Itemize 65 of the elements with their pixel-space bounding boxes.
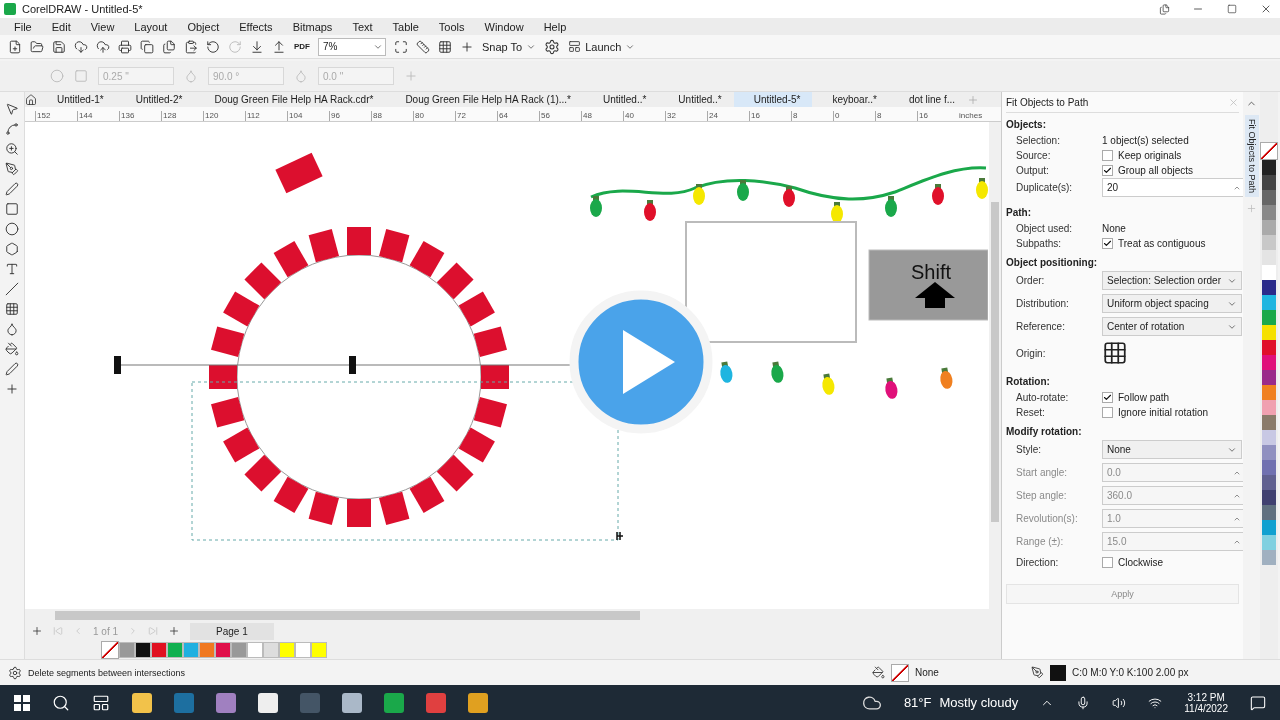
fill-value: None	[915, 667, 940, 678]
field-label: Distribution:	[1016, 298, 1070, 309]
ruler-label: 32	[665, 111, 707, 121]
field-label: Reference:	[1016, 321, 1066, 332]
field-value: 1 object(s) selected	[1102, 135, 1190, 146]
temperature: 81°F	[903, 695, 932, 710]
checkbox-label: Keep originals	[1118, 150, 1182, 161]
ruler-label: 56	[539, 111, 581, 121]
outline-value: C:0 M:0 Y:0 K:100 2.00 px	[1072, 667, 1190, 678]
field-label: Subpaths:	[1016, 238, 1063, 249]
ruler-label: 128	[161, 111, 203, 121]
ruler-label: 16	[917, 111, 959, 121]
field-label: Duplicate(s):	[1016, 182, 1074, 193]
ruler-label: 16	[749, 111, 791, 121]
key-label: Shift	[911, 261, 951, 283]
ruler-label: 96	[329, 111, 371, 121]
field-label: Step angle:	[1016, 490, 1068, 501]
window-title: CorelDRAW - Untitled-5*	[22, 3, 144, 15]
ruler-label: 72	[455, 111, 497, 121]
ruler-label: 88	[371, 111, 413, 121]
ruler-label: 112	[245, 111, 287, 121]
field-label: Revolution(s):	[1016, 513, 1079, 524]
ruler-label: 136	[119, 111, 161, 121]
field-value: None	[1102, 223, 1127, 234]
checkbox-label: Follow path	[1118, 392, 1170, 403]
section-title: Modify rotation:	[1006, 426, 1083, 437]
ruler-unit: inches	[959, 111, 983, 121]
section-title: Path:	[1006, 207, 1032, 218]
field-label: Selection:	[1016, 135, 1061, 146]
page-count: 1 of 1	[93, 625, 119, 637]
field-label: Output:	[1016, 165, 1050, 176]
field-label: Object used:	[1016, 223, 1074, 234]
field-label: Direction:	[1016, 557, 1060, 568]
field-label: Range (±):	[1016, 536, 1065, 547]
field-label: Style:	[1016, 444, 1042, 455]
ruler-label: 104	[287, 111, 329, 121]
field-label: Auto-rotate:	[1016, 392, 1070, 403]
field-label: Start angle:	[1016, 467, 1069, 478]
clock-time: 3:12 PM	[1187, 691, 1225, 703]
ruler-label: 120	[203, 111, 245, 121]
ruler-label: 0	[833, 111, 875, 121]
ruler-label: 152	[35, 111, 77, 121]
checkbox-label: Group all objects	[1118, 165, 1194, 176]
field-label: Order:	[1016, 275, 1046, 286]
section-title: Rotation:	[1006, 376, 1051, 387]
docker-title: Fit Objects to Path	[1006, 96, 1089, 108]
checkbox-label: Ignore initial rotation	[1118, 407, 1209, 418]
ruler-label: 80	[413, 111, 455, 121]
field-label: Source:	[1016, 150, 1052, 161]
checkbox-label: Clockwise	[1118, 557, 1163, 568]
ruler-label: 8	[875, 111, 917, 121]
section-title: Objects:	[1006, 119, 1047, 130]
ruler-label: 48	[581, 111, 623, 121]
clock-date: 11/4/2022	[1184, 702, 1228, 714]
status-hint: Delete segments between intersections	[28, 667, 187, 678]
section-title: Object positioning:	[1006, 257, 1099, 268]
ruler-label: 40	[623, 111, 665, 121]
field-label: Reset:	[1016, 407, 1046, 418]
field-label: Origin:	[1016, 347, 1047, 359]
ruler-label: 24	[707, 111, 749, 121]
ruler-label: 64	[497, 111, 539, 121]
ruler-label: 144	[77, 111, 119, 121]
checkbox-label: Treat as contiguous	[1118, 238, 1206, 249]
ruler-label: 8	[791, 111, 833, 121]
weather-forecast: Mostly cloudy	[939, 695, 1019, 710]
